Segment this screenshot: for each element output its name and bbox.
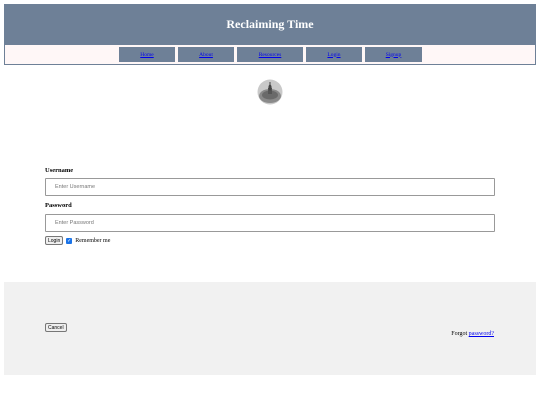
forgot-label: Forgot <box>451 331 468 337</box>
site-header: Reclaiming Time <box>4 4 536 45</box>
username-placeholder: Enter Username <box>55 184 96 190</box>
nav-link-home[interactable]: Home <box>119 47 175 62</box>
page-title: Reclaiming Time <box>226 17 314 31</box>
password-label: Password <box>45 202 72 209</box>
forgot-password-link[interactable]: password? <box>469 331 494 337</box>
remember-checkbox[interactable]: ✓ <box>66 237 73 244</box>
login-form: Username Enter Username Password Enter P… <box>45 166 495 245</box>
remember-label: Remember me <box>75 237 111 244</box>
login-row: Login ✓ Remember me <box>45 236 495 245</box>
nav-link-resources[interactable]: Resources <box>237 47 303 62</box>
username-label: Username <box>45 167 74 174</box>
password-input[interactable]: Enter Password <box>45 214 495 232</box>
nav-link-signup[interactable]: Signup <box>365 47 422 62</box>
login-button[interactable]: Login <box>45 236 64 245</box>
nav-link-login[interactable]: Login <box>306 47 362 62</box>
bell-icon <box>257 79 283 105</box>
forgot-password-text: Forgot password? <box>451 331 494 337</box>
footer-panel: Cancel Forgot password? <box>4 282 536 375</box>
password-placeholder: Enter Password <box>55 220 94 226</box>
username-input[interactable]: Enter Username <box>45 178 495 196</box>
nav-link-about[interactable]: About <box>178 47 234 62</box>
cancel-button[interactable]: Cancel <box>45 323 67 332</box>
nav-bar: Home About Resources Login Signup <box>4 45 536 65</box>
